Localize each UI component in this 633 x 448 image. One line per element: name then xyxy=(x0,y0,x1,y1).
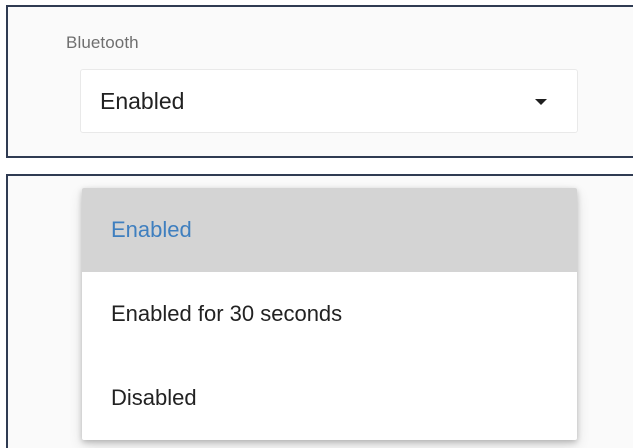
bluetooth-dropdown-panel: Enabled Enabled for 30 seconds Disabled xyxy=(6,174,633,448)
caret-down-icon xyxy=(535,99,547,105)
option-enabled-30-seconds[interactable]: Enabled for 30 seconds xyxy=(82,272,577,356)
option-disabled[interactable]: Disabled xyxy=(82,356,577,440)
bluetooth-select-value: Enabled xyxy=(100,88,185,114)
option-enabled[interactable]: Enabled xyxy=(82,188,577,272)
bluetooth-label: Bluetooth xyxy=(66,33,139,52)
bluetooth-setting-panel: Bluetooth Enabled xyxy=(6,5,633,158)
bluetooth-select[interactable]: Enabled xyxy=(80,69,578,133)
bluetooth-options-menu: Enabled Enabled for 30 seconds Disabled xyxy=(82,188,577,440)
